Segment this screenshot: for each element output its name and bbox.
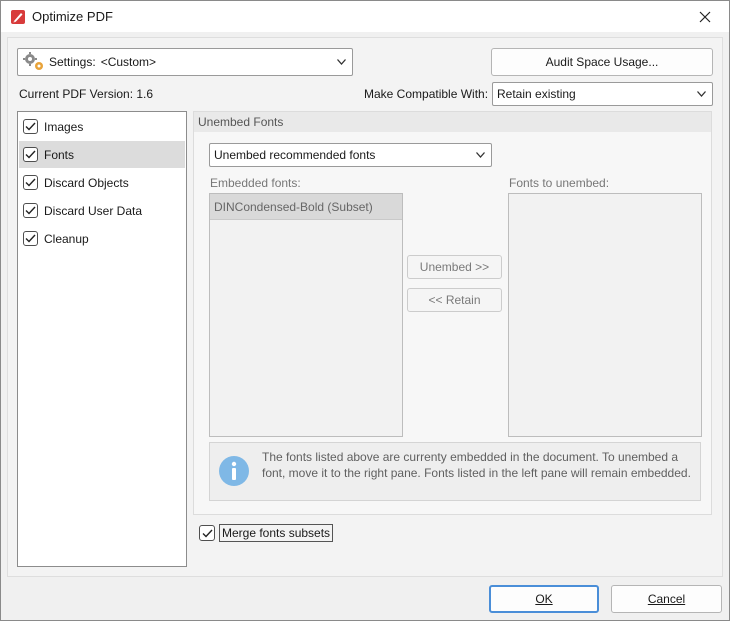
checkmark-icon <box>25 206 36 215</box>
nav-item-label: Cleanup <box>44 231 89 246</box>
nav-item-label: Images <box>44 119 84 134</box>
title-bar: Optimize PDF <box>1 1 729 32</box>
chevron-down-icon <box>476 152 485 158</box>
fonts-to-unembed-list[interactable] <box>508 193 702 437</box>
embedded-fonts-label: Embedded fonts: <box>210 176 301 190</box>
chevron-down-icon <box>697 91 706 97</box>
audit-space-usage-button[interactable]: Audit Space Usage... <box>491 48 713 76</box>
settings-value: <Custom> <box>100 55 157 69</box>
nav-item-images[interactable]: Images <box>19 113 185 140</box>
settings-combo[interactable]: Settings: <Custom> <box>17 48 353 76</box>
discard-user-data-checkbox[interactable] <box>23 203 38 218</box>
merge-fonts-label: Merge fonts subsets <box>219 524 334 542</box>
discard-objects-checkbox[interactable] <box>23 175 38 190</box>
info-icon <box>219 456 249 486</box>
nav-item-label: Fonts <box>44 147 75 162</box>
info-box: The fonts listed above are currenty embe… <box>209 442 701 501</box>
nav-item-discard-user-data[interactable]: Discard User Data <box>19 197 185 224</box>
nav-item-fonts[interactable]: Fonts <box>19 141 185 168</box>
window-title: Optimize PDF <box>32 9 113 24</box>
info-text: The fonts listed above are currenty embe… <box>262 450 691 480</box>
checkmark-icon <box>25 234 36 243</box>
checkmark-icon <box>25 178 36 187</box>
embedded-fonts-list[interactable]: DINCondensed-Bold (Subset) <box>209 193 403 437</box>
settings-gear-icon <box>22 51 46 73</box>
close-button[interactable] <box>685 1 725 32</box>
group-header: Unembed Fonts <box>194 112 711 132</box>
unembed-mode-combo[interactable]: Unembed recommended fonts <box>209 143 492 167</box>
make-compatible-value: Retain existing <box>497 87 576 101</box>
images-checkbox[interactable] <box>23 119 38 134</box>
nav-item-discard-objects[interactable]: Discard Objects <box>19 169 185 196</box>
make-compatible-combo[interactable]: Retain existing <box>492 82 713 106</box>
merge-fonts-checkbox[interactable] <box>199 525 215 541</box>
unembed-mode-value: Unembed recommended fonts <box>214 148 376 162</box>
retain-button[interactable]: << Retain <box>407 288 502 312</box>
cleanup-checkbox[interactable] <box>23 231 38 246</box>
checkmark-icon <box>25 150 36 159</box>
checkmark-icon <box>25 122 36 131</box>
pdf-app-icon <box>10 9 26 25</box>
fonts-to-unembed-label: Fonts to unembed: <box>509 176 610 190</box>
ok-label: OK <box>535 592 553 606</box>
fonts-checkbox[interactable] <box>23 147 38 162</box>
close-icon <box>699 11 711 22</box>
optimize-category-list: Images Fonts Discard Objects Discard Use… <box>17 111 187 567</box>
settings-label: Settings: <box>49 55 96 69</box>
pdf-version-label: Current PDF Version: 1.6 <box>19 87 154 101</box>
nav-item-label: Discard Objects <box>44 175 129 190</box>
list-item[interactable]: DINCondensed-Bold (Subset) <box>210 194 402 220</box>
cancel-label: Cancel <box>647 592 686 606</box>
nav-item-label: Discard User Data <box>44 203 143 218</box>
ok-button[interactable]: OK <box>489 585 599 613</box>
optimize-pdf-dialog: Optimize PDF Settings: <Custom> Audit Sp… <box>0 0 730 621</box>
unembed-button[interactable]: Unembed >> <box>407 255 502 279</box>
merge-fonts-subsets-option[interactable]: Merge fonts subsets <box>199 523 334 543</box>
chevron-down-icon <box>337 59 346 65</box>
nav-item-cleanup[interactable]: Cleanup <box>19 225 185 252</box>
checkmark-icon <box>202 529 213 538</box>
cancel-button[interactable]: Cancel <box>611 585 722 613</box>
make-compatible-label: Make Compatible With: <box>364 87 489 101</box>
